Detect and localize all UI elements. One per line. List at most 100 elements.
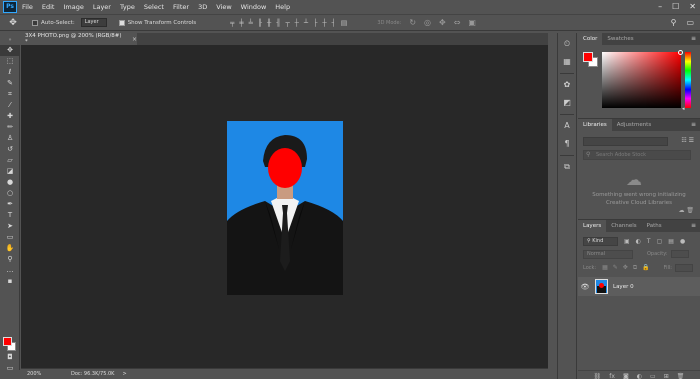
dodge-tool-icon[interactable]: ○	[0, 188, 20, 199]
panel-menu-icon[interactable]: ≡	[691, 35, 696, 42]
restore-icon[interactable]: ☐	[672, 2, 679, 11]
quick-mask-icon[interactable]: ◘	[0, 352, 20, 363]
color-picker-marker[interactable]	[678, 50, 683, 55]
eyedropper-tool-icon[interactable]: ⁄	[0, 100, 20, 111]
close-tab-icon[interactable]: ×	[132, 36, 137, 43]
lock-transparent-icon[interactable]: ▦	[602, 264, 608, 272]
new-layer-icon[interactable]: ⊞	[664, 373, 669, 379]
delete-layer-icon[interactable]: 🗑	[677, 373, 685, 379]
layer-style-icon[interactable]: fx	[609, 373, 615, 379]
paint-bucket-tool-icon[interactable]: ◪	[0, 166, 20, 177]
tab-paths[interactable]: Paths	[642, 220, 667, 232]
cloud-sync-icon[interactable]: ☁	[678, 207, 684, 214]
auto-align-icon[interactable]: ▤	[341, 19, 348, 27]
menu-type[interactable]: Type	[120, 3, 135, 11]
distribute-vcenter-icon[interactable]: ┼	[295, 19, 299, 27]
align-top-icon[interactable]: ╤	[230, 19, 234, 27]
filter-type-icon[interactable]: T	[647, 238, 651, 245]
adjustment-layer-icon[interactable]: ◐	[637, 373, 642, 379]
stock-search-input[interactable]: Search Adobe Stock	[583, 150, 691, 160]
align-right-icon[interactable]: ╢	[276, 19, 280, 27]
character-icon[interactable]: A	[558, 119, 576, 133]
fill-input[interactable]	[674, 264, 693, 272]
3d-pan-icon[interactable]: ✥	[439, 18, 446, 27]
rectangle-tool-icon[interactable]: ▭	[0, 232, 20, 243]
menu-window[interactable]: Window	[241, 3, 267, 11]
menu-layer[interactable]: Layer	[93, 3, 111, 11]
tab-swatches[interactable]: Swatches	[602, 33, 638, 45]
trash-icon[interactable]: 🗑	[686, 207, 694, 214]
3d-scale-icon[interactable]: ▣	[468, 18, 476, 27]
tab-adjustments[interactable]: Adjustments	[612, 119, 656, 131]
tab-layers[interactable]: Layers	[578, 220, 607, 232]
toolbar-collapse-icon[interactable]: »	[0, 37, 20, 45]
blur-tool-icon[interactable]: ●	[0, 177, 20, 188]
marquee-tool-icon[interactable]: ⬚	[0, 56, 20, 67]
lock-image-icon[interactable]: ✎	[613, 264, 618, 272]
distribute-hcenter-icon[interactable]: ┼	[322, 19, 326, 27]
close-window-icon[interactable]: ✕	[689, 2, 696, 11]
new-group-icon[interactable]: ▭	[650, 373, 656, 379]
3d-roll-icon[interactable]: ◎	[424, 18, 431, 27]
opacity-input[interactable]	[670, 250, 689, 258]
color-picker-field[interactable]	[602, 52, 681, 108]
minimize-icon[interactable]: –	[658, 2, 662, 11]
library-view-icons[interactable]: ☷ ☰	[681, 137, 694, 144]
lock-all-icon[interactable]: 🔒	[642, 264, 649, 272]
distribute-top-icon[interactable]: ┬	[285, 19, 289, 27]
filter-adjustment-icon[interactable]: ◐	[636, 238, 641, 245]
menu-filter[interactable]: Filter	[173, 3, 189, 11]
align-left-icon[interactable]: ╟	[258, 19, 262, 27]
visibility-eye-icon[interactable]: 👁	[578, 283, 592, 291]
menu-edit[interactable]: Edit	[42, 3, 55, 11]
move-tool-icon[interactable]: ✥	[0, 45, 20, 56]
menu-view[interactable]: View	[216, 3, 231, 11]
auto-select-dropdown[interactable]: Layer	[80, 18, 107, 27]
eraser-tool-icon[interactable]: ▱	[0, 155, 20, 166]
brush-tool-icon[interactable]: ✏	[0, 122, 20, 133]
foreground-color-swatch[interactable]	[3, 337, 12, 346]
zoom-level[interactable]: 200%	[27, 371, 57, 377]
3d-rotate-icon[interactable]: ↻	[409, 18, 416, 27]
layer-row[interactable]: 👁 Layer 0	[578, 277, 700, 296]
panel-menu-icon[interactable]: ≡	[691, 121, 696, 128]
hue-slider[interactable]	[685, 52, 691, 108]
lock-artboard-icon[interactable]: ⧉	[633, 264, 637, 272]
tab-color[interactable]: Color	[578, 33, 603, 45]
distribute-right-icon[interactable]: ┤	[332, 19, 336, 27]
add-mask-icon[interactable]: ◙	[623, 373, 629, 379]
quick-select-tool-icon[interactable]: ✎	[0, 78, 20, 89]
default-colors-icon[interactable]: ▪	[0, 276, 20, 287]
menu-3d[interactable]: 3D	[198, 3, 207, 11]
tab-libraries[interactable]: Libraries	[578, 119, 612, 131]
filter-shape-icon[interactable]: ▢	[657, 238, 663, 245]
type-tool-icon[interactable]: T	[0, 210, 20, 221]
canvas-area[interactable]	[21, 45, 548, 368]
paragraph-icon[interactable]: ¶	[558, 137, 576, 151]
lasso-tool-icon[interactable]: ℓ	[0, 67, 20, 78]
menu-file[interactable]: File	[22, 3, 33, 11]
path-selection-tool-icon[interactable]: ➤	[0, 221, 20, 232]
menu-select[interactable]: Select	[144, 3, 164, 11]
menu-image[interactable]: Image	[63, 3, 83, 11]
distribute-bottom-icon[interactable]: ┴	[304, 19, 308, 27]
align-vcenter-icon[interactable]: ╪	[239, 19, 243, 27]
lock-position-icon[interactable]: ✥	[623, 264, 628, 272]
healing-brush-tool-icon[interactable]: ✚	[0, 111, 20, 122]
tab-channels[interactable]: Channels	[606, 220, 641, 232]
distribute-left-icon[interactable]: ├	[313, 19, 317, 27]
foreground-color-chip[interactable]	[583, 52, 593, 62]
crop-tool-icon[interactable]: ⌗	[0, 89, 20, 100]
panel-menu-icon[interactable]: ≡	[691, 222, 696, 229]
show-transform-checkbox[interactable]	[118, 19, 125, 26]
3d-slide-icon[interactable]: ⇔	[454, 18, 461, 27]
filter-pixel-icon[interactable]: ▣	[624, 238, 630, 245]
pen-tool-icon[interactable]: ✒	[0, 199, 20, 210]
library-select[interactable]	[583, 137, 668, 146]
filter-smart-icon[interactable]: ▤	[668, 238, 674, 245]
layer-filter-select[interactable]: ⚲ Kind	[583, 236, 618, 246]
status-menu-icon[interactable]: >	[122, 371, 126, 377]
blend-mode-select[interactable]: Normal	[583, 249, 633, 259]
document-image[interactable]	[227, 121, 343, 295]
hue-slider-marker-icon[interactable]: ◂	[682, 106, 685, 112]
